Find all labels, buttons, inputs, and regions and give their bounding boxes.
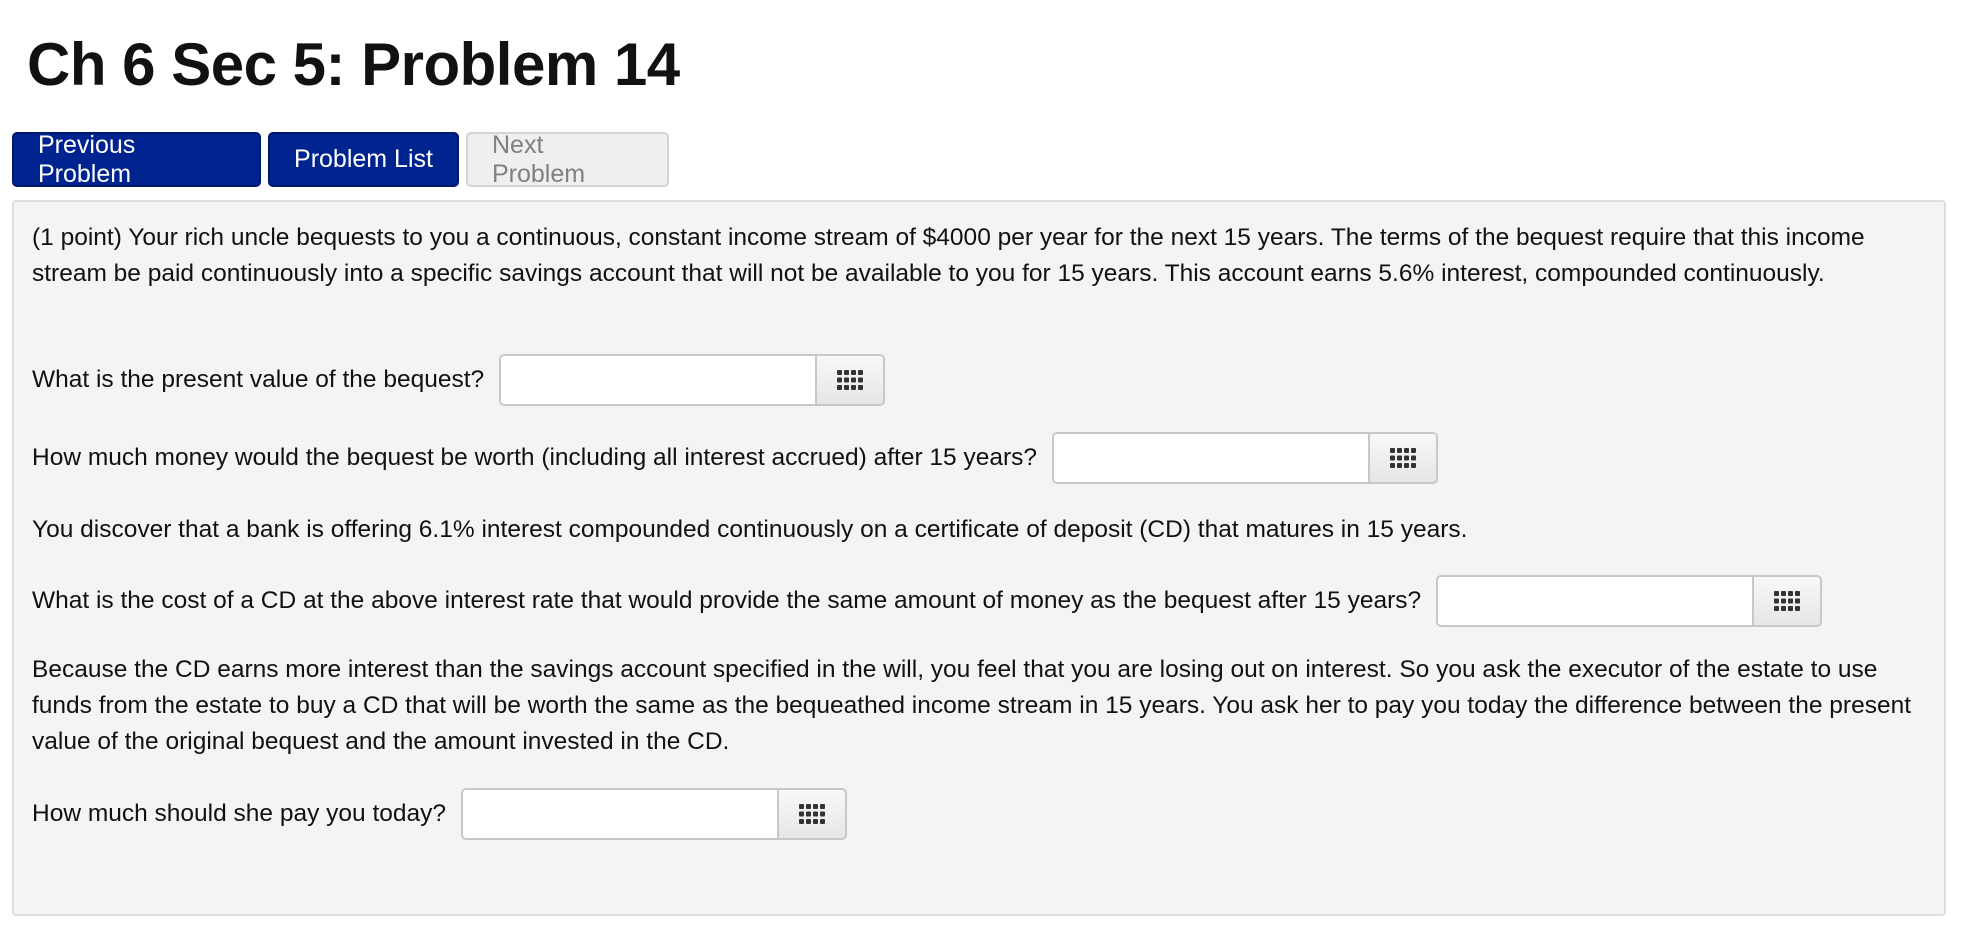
cd-info-text: You discover that a bank is offering 6.1… [32, 516, 1468, 543]
question-4-row: How much should she pay you today? [32, 788, 848, 840]
page-title: Ch 6 Sec 5: Problem 14 [27, 31, 680, 98]
answer-4-keypad-button[interactable] [777, 788, 848, 840]
answer-3-input[interactable] [1436, 575, 1753, 627]
keypad-grid-icon [1390, 448, 1417, 468]
question-3-row: What is the cost of a CD at the above in… [32, 575, 1823, 627]
problem-body: (1 point) Your rich uncle bequests to yo… [12, 200, 1946, 916]
keypad-grid-icon [837, 370, 864, 390]
problem-intro: (1 point) Your rich uncle bequests to yo… [32, 224, 1865, 287]
question-4-text: How much should she pay you today? [32, 800, 447, 827]
answer-4-input[interactable] [461, 788, 778, 840]
question-3-text: What is the cost of a CD at the above in… [32, 587, 1422, 614]
question-2-row: How much money would the bequest be wort… [32, 432, 1439, 484]
previous-problem-button[interactable]: Previous Problem [12, 131, 261, 188]
page: Ch 6 Sec 5: Problem 14 Previous Problem … [0, 0, 1962, 926]
keypad-grid-icon [1774, 591, 1801, 611]
problem-list-button[interactable]: Problem List [268, 132, 459, 187]
question-1-row: What is the present value of the bequest… [32, 354, 886, 406]
next-problem-button: Next Problem [466, 131, 669, 188]
answer-3-group [1436, 575, 1823, 627]
answer-2-group [1052, 432, 1439, 484]
question-1-text: What is the present value of the bequest… [32, 366, 485, 393]
keypad-grid-icon [799, 804, 826, 824]
problem-navigation: Previous Problem Problem List Next Probl… [12, 131, 669, 188]
answer-1-input[interactable] [499, 354, 816, 406]
answer-2-keypad-button[interactable] [1368, 432, 1439, 484]
answer-2-input[interactable] [1052, 432, 1369, 484]
answer-1-keypad-button[interactable] [815, 354, 886, 406]
answer-1-group [499, 354, 886, 406]
answer-3-keypad-button[interactable] [1752, 575, 1823, 627]
question-2-text: How much money would the bequest be wort… [32, 444, 1038, 471]
answer-4-group [461, 788, 848, 840]
explanation-text: Because the CD earns more interest than … [32, 656, 1912, 755]
